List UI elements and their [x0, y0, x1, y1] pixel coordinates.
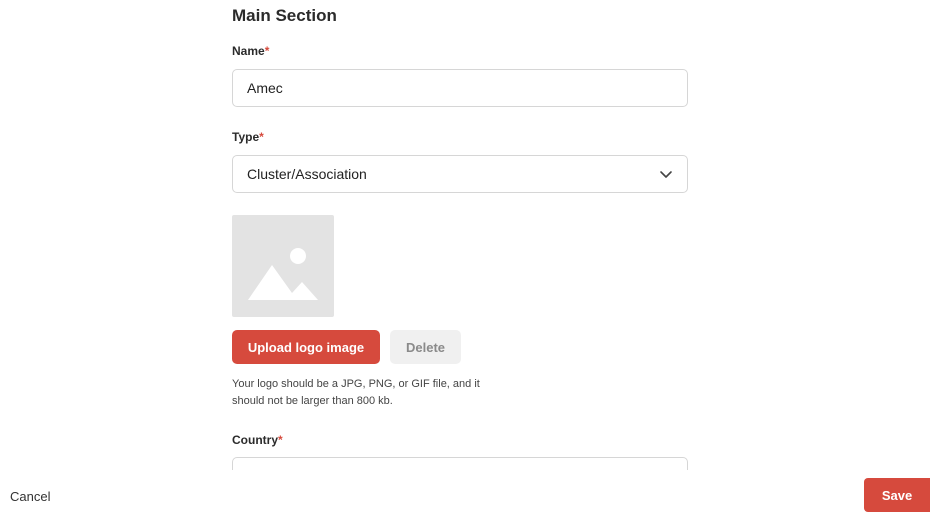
name-required-mark: *	[264, 44, 270, 58]
type-required-mark: *	[259, 130, 264, 144]
name-label-text: Name	[232, 44, 265, 58]
chevron-down-icon	[659, 167, 673, 181]
type-select-value: Cluster/Association	[247, 166, 367, 182]
delete-logo-button[interactable]: Delete	[390, 330, 461, 364]
logo-preview	[232, 215, 334, 317]
logo-hint-line-1: Your logo should be a JPG, PNG, or GIF f…	[232, 378, 480, 390]
image-placeholder-icon	[248, 248, 318, 300]
type-label: Type*	[232, 130, 264, 144]
save-button[interactable]: Save	[864, 478, 930, 512]
logo-hint-text: Your logo should be a JPG, PNG, or GIF f…	[232, 376, 532, 410]
country-select[interactable]	[232, 457, 688, 470]
country-label-text: Country	[232, 433, 278, 447]
country-label: Country*	[232, 433, 283, 447]
cancel-button[interactable]: Cancel	[10, 489, 50, 504]
country-required-mark: *	[278, 433, 283, 447]
logo-hint-line-2: should not be larger than 800 kb.	[232, 395, 393, 407]
name-label: Name*	[232, 44, 269, 58]
edit-organization-page: Main Section Name* Type* Cluster/Associa…	[0, 0, 930, 512]
form-footer: Cancel Save	[0, 470, 930, 512]
section-title: Main Section	[232, 6, 337, 25]
name-input[interactable]	[232, 69, 688, 107]
upload-logo-button[interactable]: Upload logo image	[232, 330, 380, 364]
type-label-text: Type	[232, 130, 260, 144]
type-select[interactable]: Cluster/Association	[232, 155, 688, 193]
form-scroll-area[interactable]: Main Section Name* Type* Cluster/Associa…	[0, 0, 930, 470]
